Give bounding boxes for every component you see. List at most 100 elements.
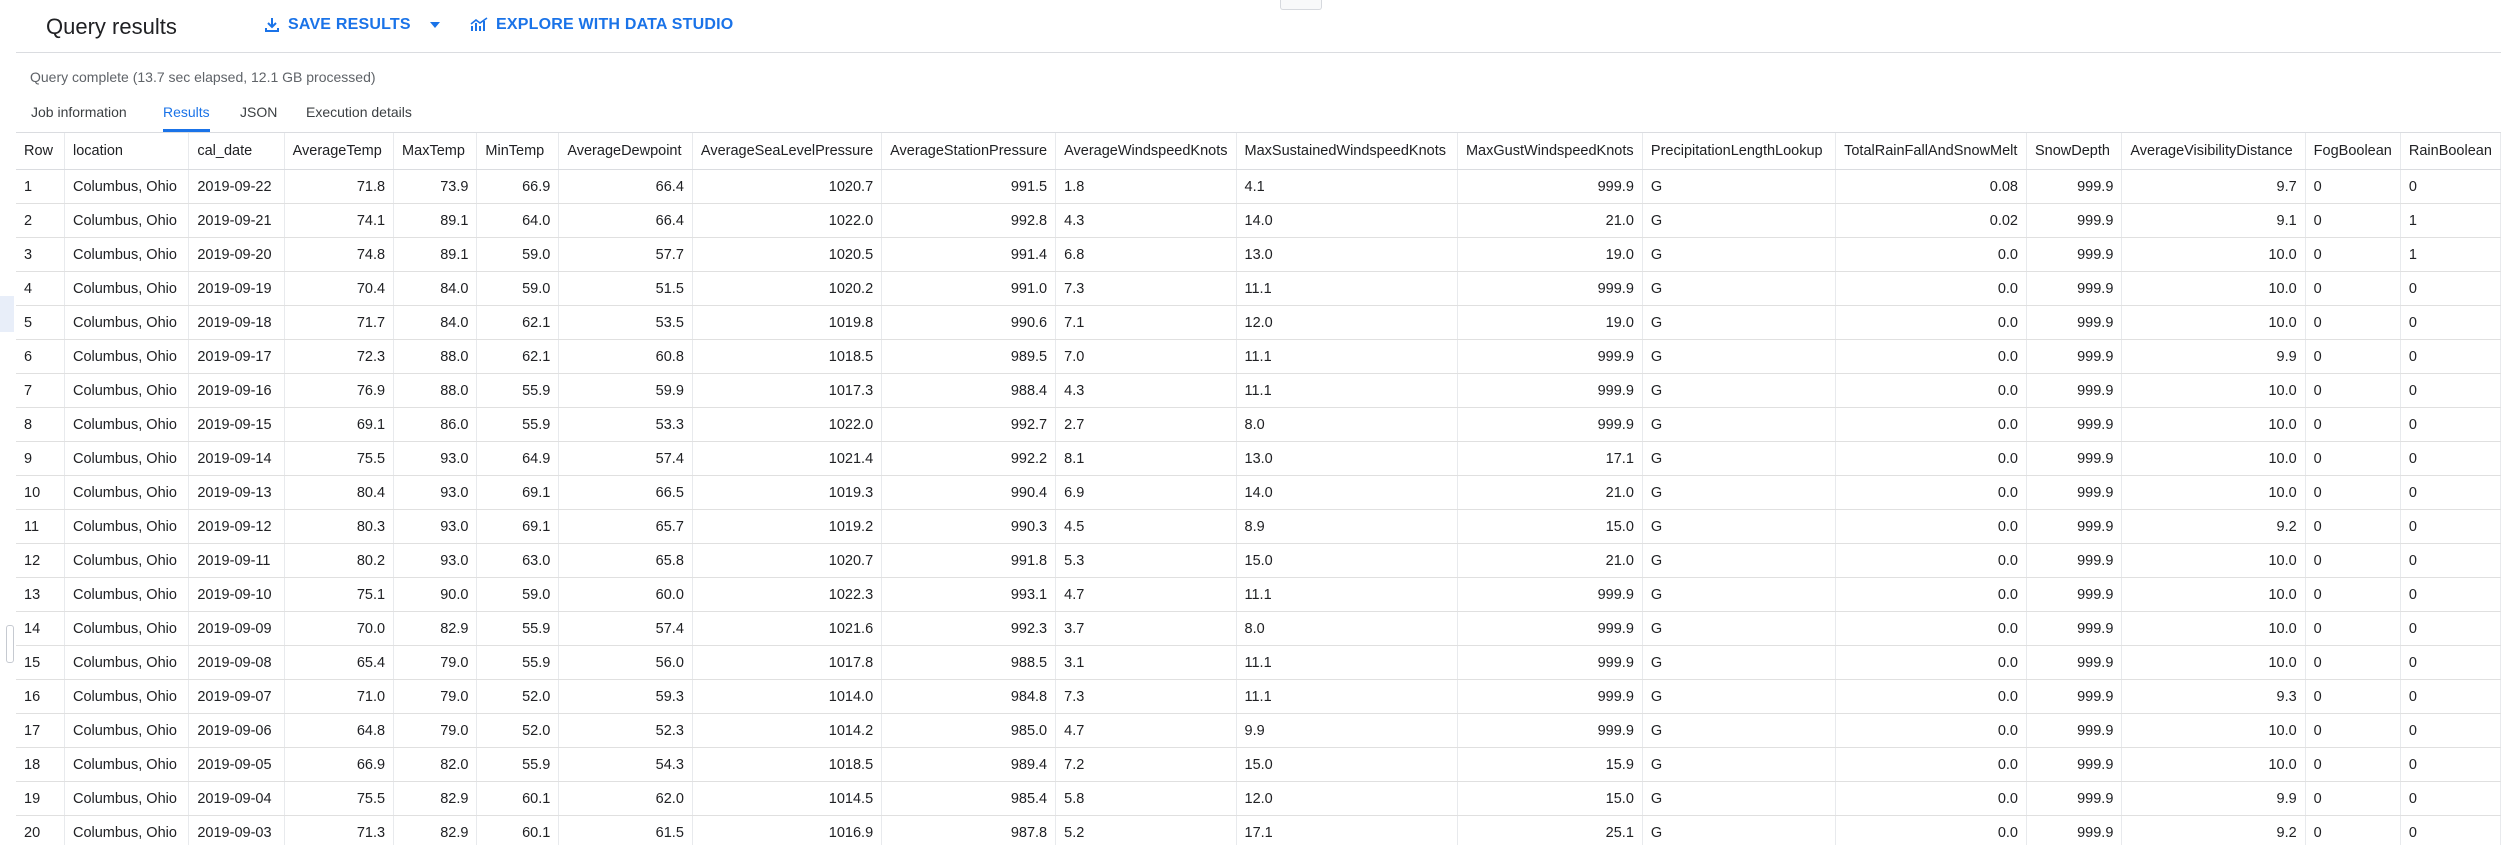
table-cell: 0 <box>2305 611 2401 646</box>
table-cell: 52.3 <box>558 713 693 748</box>
table-row[interactable]: 7 Columbus, Ohio 2019-09-16 76.9 88.0 55.9 59.… <box>16 373 2501 408</box>
table-row[interactable]: 18 Columbus, Ohio 2019-09-05 66.9 82.0 55.9 54… <box>16 747 2501 782</box>
table-cell: 66.5 <box>558 475 693 510</box>
table-cell: G <box>1642 679 1837 714</box>
table-cell: 66.4 <box>558 169 693 204</box>
table-cell: 15 <box>16 645 65 680</box>
table-row[interactable]: 16 Columbus, Ohio 2019-09-07 71.0 79.0 52.0 59… <box>16 679 2501 714</box>
table-cell: 988.5 <box>881 645 1057 680</box>
table-row[interactable]: 3 Columbus, Ohio 2019-09-20 74.8 89.1 59.0 57.… <box>16 237 2501 272</box>
column-header[interactable]: AverageDewpoint <box>558 133 693 170</box>
table-cell: 0 <box>2305 577 2401 612</box>
table-cell: G <box>1642 373 1837 408</box>
explore-data-studio-button[interactable]: EXPLORE WITH DATA STUDIO <box>470 16 733 34</box>
results-table-container[interactable]: Row location cal_date AverageTemp MaxTemp Min… <box>16 133 2501 845</box>
table-cell: 10.0 <box>2121 543 2306 578</box>
table-cell: 71.7 <box>284 305 395 340</box>
table-cell: 15.0 <box>1236 543 1458 578</box>
table-row[interactable]: 12 Columbus, Ohio 2019-09-11 80.2 93.0 63.0 65… <box>16 543 2501 578</box>
table-cell: 0 <box>2400 509 2501 544</box>
table-row[interactable]: 13 Columbus, Ohio 2019-09-10 75.1 90.0 59.0 60… <box>16 577 2501 612</box>
table-row[interactable]: 14 Columbus, Ohio 2019-09-09 70.0 82.9 55.9 57… <box>16 611 2501 646</box>
table-cell: 60.1 <box>476 781 560 816</box>
table-row[interactable]: 20 Columbus, Ohio 2019-09-03 71.3 82.9 60.1 61… <box>16 815 2501 845</box>
table-row[interactable]: 1 Columbus, Ohio 2019-09-22 71.8 73.9 66.9 66.… <box>16 169 2501 204</box>
table-cell: 82.9 <box>393 781 478 816</box>
table-row[interactable]: 10 Columbus, Ohio 2019-09-13 80.4 93.0 69.1 66… <box>16 475 2501 510</box>
save-results-button[interactable]: SAVE RESULTS <box>264 16 441 34</box>
panel-resize-handle[interactable] <box>6 625 14 663</box>
table-cell: 0.0 <box>1835 373 2027 408</box>
table-cell: 0.0 <box>1835 611 2027 646</box>
chart-icon <box>470 17 488 33</box>
table-cell: Columbus, Ohio <box>64 407 190 442</box>
table-cell: 0 <box>2400 747 2501 782</box>
table-cell: Columbus, Ohio <box>64 747 190 782</box>
table-cell: 9.9 <box>2121 781 2306 816</box>
table-row[interactable]: 15 Columbus, Ohio 2019-09-08 65.4 79.0 55.9 56… <box>16 645 2501 680</box>
tab-json[interactable]: JSON <box>240 104 277 132</box>
column-header[interactable]: AverageVisibilityDistance <box>2121 133 2306 170</box>
table-row[interactable]: 17 Columbus, Ohio 2019-09-06 64.8 79.0 52.0 52… <box>16 713 2501 748</box>
table-cell: 10.0 <box>2121 305 2306 340</box>
table-cell: Columbus, Ohio <box>64 781 190 816</box>
column-header[interactable]: MaxTemp <box>393 133 478 170</box>
table-cell: 59.0 <box>476 237 560 272</box>
table-row[interactable]: 8 Columbus, Ohio 2019-09-15 69.1 86.0 55.9 53.… <box>16 407 2501 442</box>
table-cell: 999.9 <box>1457 339 1643 374</box>
column-header[interactable]: FogBoolean <box>2305 133 2401 170</box>
tab-results[interactable]: Results <box>163 104 210 132</box>
table-cell: Columbus, Ohio <box>64 339 190 374</box>
table-cell: 17.1 <box>1236 815 1458 845</box>
table-cell: 999.9 <box>1457 271 1643 306</box>
table-cell: 69.1 <box>476 509 560 544</box>
caret-down-icon[interactable] <box>429 21 441 29</box>
table-cell: G <box>1642 781 1837 816</box>
table-row[interactable]: 11 Columbus, Ohio 2019-09-12 80.3 93.0 69.1 65… <box>16 509 2501 544</box>
table-cell: G <box>1642 339 1837 374</box>
table-cell: 7.1 <box>1055 305 1237 340</box>
table-row[interactable]: 4 Columbus, Ohio 2019-09-19 70.4 84.0 59.0 51.… <box>16 271 2501 306</box>
table-cell: G <box>1642 441 1837 476</box>
column-header[interactable]: SnowDepth <box>2026 133 2123 170</box>
table-row[interactable]: 5 Columbus, Ohio 2019-09-18 71.7 84.0 62.1 53.… <box>16 305 2501 340</box>
page-title: Query results <box>46 14 177 39</box>
table-cell: 2019-09-12 <box>188 509 285 544</box>
column-header[interactable]: AverageStationPressure <box>881 133 1057 170</box>
column-header[interactable]: AverageTemp <box>284 133 395 170</box>
table-cell: 1016.9 <box>692 815 883 845</box>
table-cell: Columbus, Ohio <box>64 203 190 238</box>
table-cell: 0 <box>2305 373 2401 408</box>
column-header[interactable]: cal_date <box>188 133 285 170</box>
table-cell: 0 <box>2305 271 2401 306</box>
table-cell: 8.0 <box>1236 407 1458 442</box>
table-cell: 999.9 <box>2026 271 2123 306</box>
tab-execution-details[interactable]: Execution details <box>306 104 412 132</box>
column-header[interactable]: PrecipitationLengthLookup <box>1642 133 1837 170</box>
table-row[interactable]: 6 Columbus, Ohio 2019-09-17 72.3 88.0 62.1 60.… <box>16 339 2501 374</box>
table-cell: 65.7 <box>558 509 693 544</box>
table-cell: 75.5 <box>284 441 395 476</box>
table-cell: 991.4 <box>881 237 1057 272</box>
table-cell: 0 <box>2400 713 2501 748</box>
column-header[interactable]: AverageSeaLevelPressure <box>692 133 883 170</box>
table-cell: 86.0 <box>393 407 478 442</box>
table-cell: 999.9 <box>2026 373 2123 408</box>
tab-job-information[interactable]: Job information <box>31 104 127 132</box>
table-row[interactable]: 19 Columbus, Ohio 2019-09-04 75.5 82.9 60.1 62… <box>16 781 2501 816</box>
column-header[interactable]: MaxGustWindspeedKnots <box>1457 133 1643 170</box>
column-header[interactable]: location <box>64 133 190 170</box>
column-header[interactable]: MaxSustainedWindspeedKnots <box>1236 133 1458 170</box>
column-header[interactable]: MinTemp <box>476 133 560 170</box>
table-cell: 3 <box>16 237 65 272</box>
table-row[interactable]: 9 Columbus, Ohio 2019-09-14 75.5 93.0 64.9 57.… <box>16 441 2501 476</box>
table-cell: 999.9 <box>2026 645 2123 680</box>
column-header[interactable]: Row <box>16 133 65 170</box>
column-header[interactable]: AverageWindspeedKnots <box>1055 133 1237 170</box>
table-cell: 5 <box>16 305 65 340</box>
column-header[interactable]: TotalRainFallAndSnowMelt <box>1835 133 2027 170</box>
column-header[interactable]: RainBoolean <box>2400 133 2501 170</box>
table-row[interactable]: 2 Columbus, Ohio 2019-09-21 74.1 89.1 64.0 66.… <box>16 203 2501 238</box>
table-cell: 999.9 <box>2026 543 2123 578</box>
table-cell: 5.3 <box>1055 543 1237 578</box>
